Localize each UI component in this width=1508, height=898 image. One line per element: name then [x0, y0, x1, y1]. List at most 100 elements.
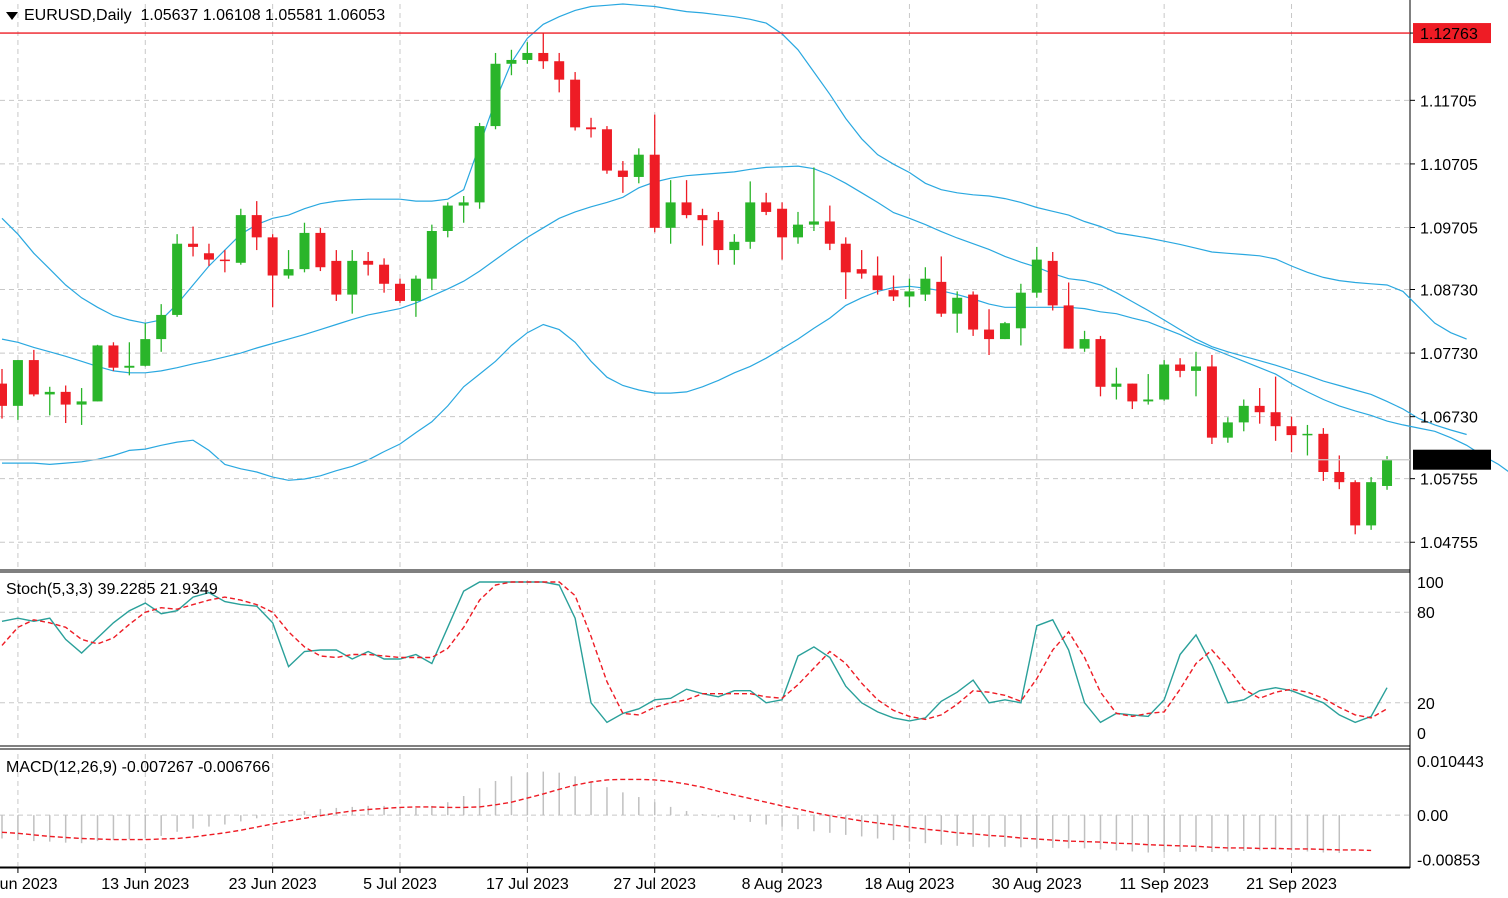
- price-tick-label: 1.08730: [1420, 282, 1478, 299]
- candle-body: [1127, 383, 1138, 402]
- candle-body: [936, 281, 947, 314]
- candle-body: [506, 59, 517, 64]
- stoch-tick-label: 80: [1417, 605, 1435, 622]
- candle: [1031, 246, 1042, 298]
- candle-body: [793, 224, 803, 238]
- candle-body: [1302, 433, 1313, 436]
- candle: [92, 344, 103, 402]
- candle-body: [267, 237, 278, 276]
- price-tick-label: 1.09705: [1420, 221, 1478, 238]
- candle: [729, 234, 740, 265]
- candle: [1079, 330, 1090, 352]
- macd-tick-label: 0.00: [1417, 808, 1448, 825]
- candle-body: [1254, 405, 1265, 413]
- candle-body: [1366, 482, 1377, 526]
- candle: [458, 196, 469, 223]
- candle: [1127, 383, 1138, 410]
- candle-body: [1191, 366, 1201, 371]
- candle: [1206, 354, 1217, 445]
- bollinger-middle-band: [1, 165, 1467, 436]
- candle: [808, 167, 819, 231]
- candle: [1334, 455, 1345, 490]
- candle-body: [1159, 364, 1170, 400]
- candle: [601, 126, 612, 174]
- stoch-signal-line: [1, 581, 1388, 721]
- candle-body: [251, 215, 262, 238]
- candle-body: [713, 220, 724, 251]
- candle: [124, 342, 135, 376]
- candle: [793, 211, 803, 244]
- date-tick-label: 18 Aug 2023: [865, 876, 955, 893]
- candle-body: [888, 290, 899, 297]
- candle: [108, 342, 119, 371]
- candle: [0, 368, 7, 419]
- candle-body: [904, 291, 915, 297]
- bollinger-lower-band: [2, 285, 1508, 481]
- symbol-name: EURUSD,Daily: [24, 7, 132, 24]
- candle: [761, 192, 772, 216]
- stoch-tick-label: 100: [1417, 575, 1444, 592]
- candle: [681, 180, 692, 219]
- candle-body: [188, 243, 199, 247]
- macd-pane: [1, 771, 1372, 854]
- price-tick-label: 1.11705: [1420, 93, 1477, 110]
- dropdown-triangle-icon[interactable]: [6, 11, 18, 20]
- candle: [156, 304, 167, 352]
- candle-body: [633, 154, 644, 177]
- candle: [44, 386, 55, 416]
- candle: [554, 52, 565, 93]
- candle-body: [1111, 383, 1122, 387]
- candle-body: [347, 260, 358, 295]
- stochastic-pane: [1, 581, 1388, 724]
- candle-body: [1350, 482, 1361, 526]
- candle-body: [426, 230, 437, 279]
- price-tick-label: 1.05755: [1420, 472, 1478, 489]
- bollinger-bands: [1, 3, 1508, 481]
- candle-body: [745, 202, 756, 242]
- candle: [379, 258, 390, 293]
- candle: [570, 72, 581, 131]
- stoch-indicator-label: Stoch(5,3,3) 39.2285 21.9349: [6, 581, 218, 598]
- candle-body: [968, 294, 979, 330]
- candle: [60, 385, 71, 424]
- macd-tick-label: -0.00853: [1417, 852, 1480, 869]
- grid-lines: [0, 4, 1410, 866]
- candle-body: [1222, 422, 1233, 438]
- date-tick-label: 30 Aug 2023: [992, 876, 1082, 893]
- candle-body: [1047, 260, 1058, 306]
- candle-body: [554, 61, 565, 80]
- candle-body: [474, 126, 485, 203]
- candle-body: [697, 215, 708, 221]
- candle: [1191, 351, 1201, 397]
- candle-body: [824, 221, 835, 244]
- price-tick-label: 1.07730: [1420, 346, 1478, 363]
- candle: [1318, 428, 1329, 481]
- candle-body: [299, 232, 310, 270]
- candle-body: [777, 208, 788, 238]
- candle-body: [872, 275, 883, 291]
- stoch-main-line: [1, 581, 1388, 724]
- candle: [649, 114, 660, 233]
- candle-body: [108, 345, 119, 368]
- candle: [1254, 388, 1265, 424]
- candle-body: [1318, 433, 1329, 472]
- candle-body: [1206, 366, 1217, 438]
- candle-body: [458, 202, 469, 206]
- candle: [267, 234, 278, 308]
- candle: [1222, 417, 1233, 443]
- candle: [968, 291, 979, 336]
- candle: [984, 309, 995, 355]
- candle-body: [1270, 412, 1281, 427]
- candle-body: [649, 154, 660, 228]
- candle-body: [331, 260, 342, 295]
- candle: [1095, 335, 1106, 397]
- date-tick-label: 23 Jun 2023: [229, 876, 317, 893]
- candle: [824, 205, 835, 251]
- candle: [777, 202, 788, 260]
- candle-body: [0, 383, 7, 406]
- candle: [140, 323, 151, 367]
- candle: [1302, 424, 1313, 456]
- candle: [665, 180, 676, 244]
- candle: [395, 278, 405, 303]
- candle: [1382, 456, 1393, 490]
